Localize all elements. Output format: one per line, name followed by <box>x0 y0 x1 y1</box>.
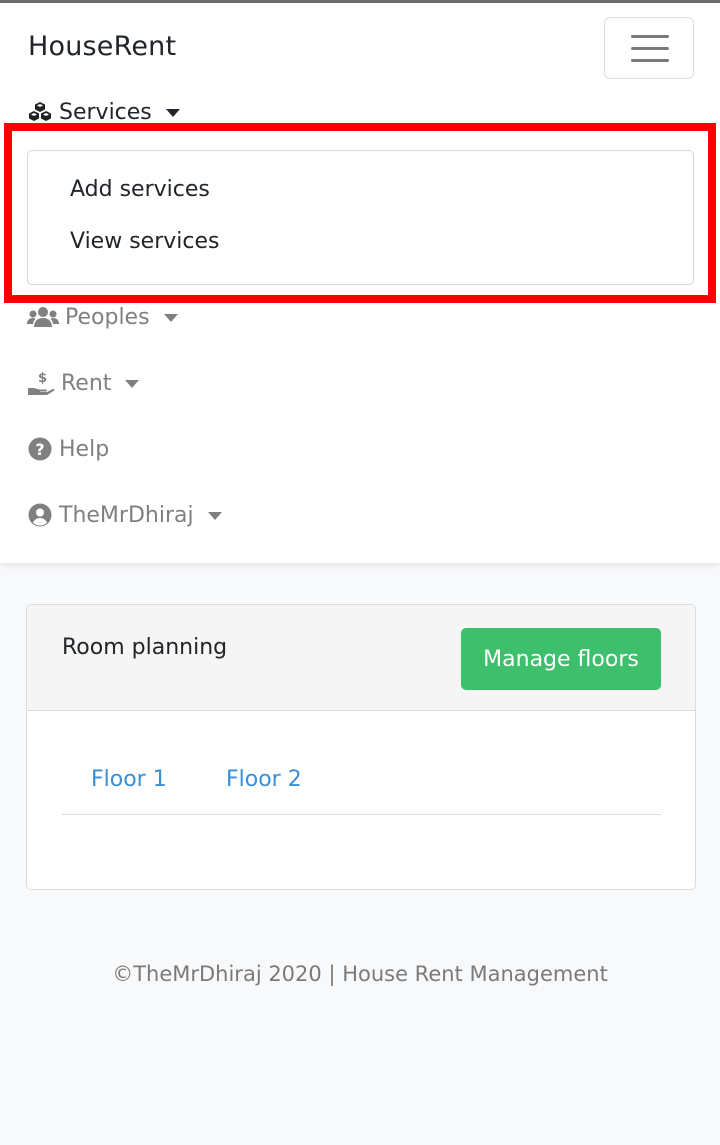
user-circle-icon <box>27 502 53 528</box>
nav-help-label: Help <box>59 436 110 462</box>
tab-floor-1[interactable]: Floor 1 <box>91 767 167 792</box>
nav-peoples-label: Peoples <box>65 304 150 330</box>
nav-rent[interactable]: $ Rent <box>27 370 140 396</box>
services-dropdown-menu: Add services View services <box>27 150 694 285</box>
nav-peoples[interactable]: Peoples <box>27 304 178 330</box>
manage-floors-button[interactable]: Manage floors <box>461 628 661 690</box>
svg-text:?: ? <box>35 440 44 459</box>
chevron-down-icon <box>165 109 180 117</box>
card-title: Room planning <box>62 635 228 660</box>
nav-user-label: TheMrDhiraj <box>59 502 194 528</box>
dropdown-item-add-services[interactable]: Add services <box>70 177 210 202</box>
nav-help[interactable]: ? Help <box>27 436 109 462</box>
chevron-down-icon <box>207 512 222 520</box>
question-circle-icon: ? <box>27 436 53 462</box>
footer-text: ©TheMrDhiraj 2020 | House Rent Managemen… <box>112 962 608 986</box>
brand-logo-text[interactable]: HouseRent <box>28 31 176 62</box>
hand-dollar-icon: $ <box>27 370 55 396</box>
chevron-down-icon <box>163 314 178 322</box>
chevron-down-icon <box>125 380 140 388</box>
navbar: HouseRent Services Add services View ser… <box>0 3 720 563</box>
hamburger-bar <box>631 47 669 50</box>
nav-user[interactable]: TheMrDhiraj <box>27 502 222 528</box>
menu-toggle-button[interactable] <box>604 17 694 79</box>
nav-rent-label: Rent <box>61 370 112 396</box>
floor-tabs: Floor 1 Floor 2 <box>61 755 661 815</box>
nav-services[interactable]: Services <box>27 99 180 125</box>
nav-services-label: Services <box>59 99 152 125</box>
cubes-icon <box>27 99 53 125</box>
card-header: Room planning Manage floors <box>27 605 695 711</box>
hamburger-bar <box>631 59 669 62</box>
room-planning-card: Room planning Manage floors Floor 1 Floo… <box>26 604 696 890</box>
dropdown-item-view-services[interactable]: View services <box>70 229 219 254</box>
tab-floor-2[interactable]: Floor 2 <box>226 767 302 792</box>
users-icon <box>27 304 59 330</box>
hamburger-icon <box>631 35 669 38</box>
svg-text:$: $ <box>38 371 47 386</box>
